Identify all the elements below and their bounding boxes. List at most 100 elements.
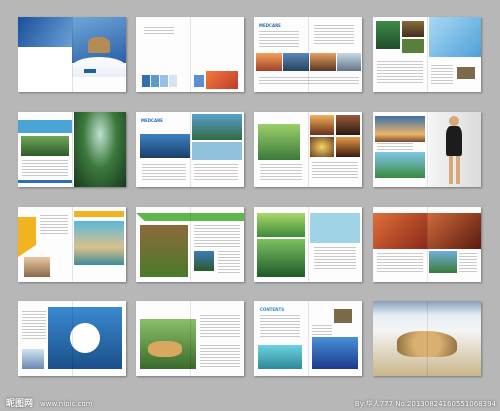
photo-forest bbox=[376, 21, 400, 49]
photo-lake-panorama bbox=[140, 134, 190, 158]
title-band bbox=[18, 120, 72, 133]
photo-sunset bbox=[256, 53, 282, 71]
photo-lake bbox=[283, 53, 309, 71]
photo-rice-field bbox=[257, 239, 305, 277]
yellow-band bbox=[18, 217, 36, 257]
photo-ice bbox=[429, 17, 481, 57]
photo-beach bbox=[74, 221, 124, 265]
brochure-spread-orange bbox=[373, 207, 481, 282]
photo-ocean bbox=[312, 337, 358, 369]
brochure-spread-hands bbox=[254, 112, 362, 187]
photo-pool bbox=[258, 345, 302, 369]
photo-flower bbox=[206, 71, 238, 89]
brand-label: MEDCARE bbox=[141, 118, 163, 123]
text-block bbox=[142, 164, 186, 180]
photo-autumn-right bbox=[427, 213, 481, 249]
cover-logo bbox=[84, 69, 96, 73]
brochure-spread-circle bbox=[18, 301, 126, 376]
photo-wildlife bbox=[21, 136, 69, 156]
brochure-spread-yellow bbox=[18, 207, 126, 282]
photo-water bbox=[192, 142, 242, 160]
watermark-site: www.nipic.com bbox=[40, 400, 93, 408]
text-block bbox=[22, 160, 68, 178]
circle-graphic bbox=[70, 323, 100, 353]
model-dress bbox=[446, 126, 462, 156]
lion-shape bbox=[88, 37, 110, 53]
cover-wave bbox=[72, 57, 126, 77]
cheetah-shape bbox=[148, 341, 182, 357]
photo-valley bbox=[74, 112, 126, 187]
text-block bbox=[22, 311, 46, 341]
model-leg bbox=[456, 156, 460, 184]
brochure-spread-cheetah bbox=[136, 301, 244, 376]
photo-hands bbox=[24, 257, 50, 277]
text-block bbox=[40, 215, 68, 235]
text-block bbox=[260, 164, 302, 180]
brochure-spread-cover bbox=[18, 17, 126, 92]
text-block bbox=[312, 162, 358, 180]
footer-bar bbox=[18, 180, 72, 183]
yellow-strip bbox=[74, 211, 124, 217]
green-band bbox=[136, 213, 244, 221]
photo-terrace bbox=[257, 213, 305, 237]
color-swatch bbox=[160, 75, 168, 87]
photo-sunset-coast bbox=[375, 116, 425, 142]
text-block bbox=[314, 247, 356, 271]
text-block bbox=[144, 27, 174, 35]
photo-sunset-small bbox=[336, 137, 360, 157]
leopard-shape bbox=[397, 331, 457, 357]
color-swatch bbox=[142, 75, 150, 87]
model-head bbox=[449, 116, 459, 126]
title-block bbox=[310, 213, 360, 243]
photo-grass bbox=[402, 39, 424, 53]
text-block bbox=[218, 251, 240, 273]
section-label: CONTENTS bbox=[260, 307, 285, 312]
photo-dusk bbox=[310, 53, 336, 71]
text-block bbox=[200, 345, 240, 367]
photo-lights bbox=[310, 115, 334, 135]
photo-canyon bbox=[336, 115, 360, 135]
photo-autumn bbox=[373, 213, 427, 249]
color-swatch bbox=[151, 75, 159, 87]
brochure-spread-lake: MEDCARE bbox=[136, 112, 244, 187]
brochure-spread-medcare: MEDCARE bbox=[254, 17, 362, 92]
photo-studio bbox=[429, 112, 481, 187]
brochure-spread-terrace bbox=[254, 207, 362, 282]
text-block bbox=[200, 315, 240, 339]
text-block bbox=[377, 61, 423, 85]
photo-antelope bbox=[334, 309, 352, 323]
text-block bbox=[259, 77, 359, 85]
text-block bbox=[194, 164, 238, 180]
photo-river bbox=[192, 114, 242, 140]
watermark-id: By:华人777 No.20130824160551068394 bbox=[354, 400, 496, 408]
photo-animal bbox=[402, 21, 424, 37]
watermark-logo: 昵图网 bbox=[6, 399, 34, 409]
brand-label: MEDCARE bbox=[259, 23, 281, 28]
photo-coast bbox=[337, 53, 361, 71]
color-swatch bbox=[194, 75, 204, 87]
model-leg bbox=[449, 156, 453, 184]
color-swatch bbox=[169, 75, 177, 87]
photo-valley-small bbox=[194, 251, 214, 271]
text-block bbox=[314, 25, 354, 45]
brochure-spread-water: CONTENTS bbox=[254, 301, 362, 376]
photo-deer bbox=[457, 67, 475, 79]
text-block bbox=[459, 253, 477, 273]
brochure-spread-green bbox=[136, 207, 244, 282]
photo-rocks bbox=[140, 225, 188, 277]
text-block bbox=[377, 143, 413, 150]
text-block bbox=[194, 225, 240, 247]
brochure-spread-intro bbox=[136, 17, 244, 92]
blue-panel bbox=[48, 307, 122, 369]
text-block bbox=[259, 31, 299, 47]
brochure-spread-leopard bbox=[373, 301, 481, 376]
brochure-spread-nature bbox=[373, 17, 481, 92]
brochure-spread-model bbox=[373, 112, 481, 187]
text-block bbox=[312, 325, 332, 335]
photo-hands-plant bbox=[258, 124, 300, 160]
text-block bbox=[377, 253, 423, 273]
mountain-shade bbox=[373, 301, 481, 315]
brochure-spread-forest bbox=[18, 112, 126, 187]
photo-cheetah bbox=[140, 319, 196, 369]
photo-small bbox=[22, 349, 44, 369]
